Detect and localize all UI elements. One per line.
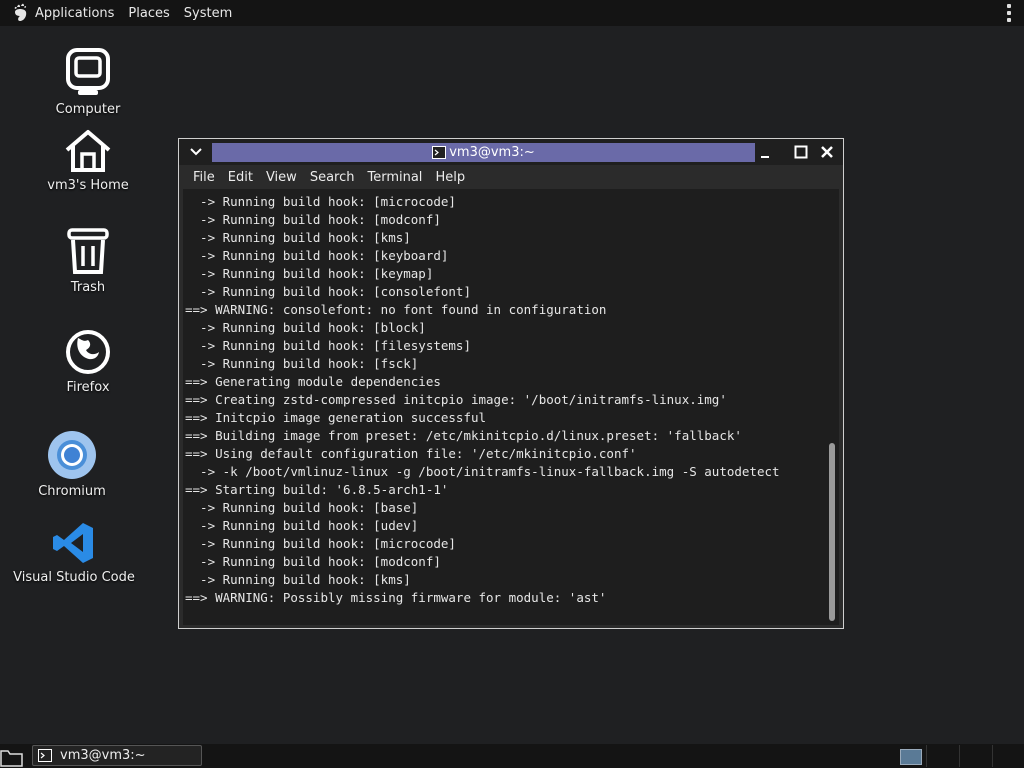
- terminal-line: -> Running build hook: [filesystems]: [185, 338, 471, 353]
- bottom-panel: vm3@vm3:~: [0, 744, 1024, 768]
- menu-places[interactable]: Places: [128, 6, 169, 21]
- desktop-icon-trash[interactable]: Trash: [50, 226, 126, 295]
- desktop-icon-home[interactable]: vm3's Home: [45, 128, 131, 193]
- scrollbar-thumb[interactable]: [829, 443, 835, 621]
- terminal-line: ==> Starting build: '6.8.5-arch1-1': [185, 482, 449, 497]
- desktop-icon-label: vm3's Home: [47, 178, 129, 193]
- computer-icon: [66, 48, 110, 95]
- terminal-line: -> Running build hook: [modconf]: [185, 554, 441, 569]
- desktop-icon-vscode[interactable]: Visual Studio Code: [13, 520, 135, 585]
- terminal-line: -> Running build hook: [base]: [185, 500, 419, 515]
- terminal-line: -> Running build hook: [consolefont]: [185, 284, 471, 299]
- terminal-line: ==> Building image from preset: /etc/mki…: [185, 428, 742, 443]
- menu-view[interactable]: View: [266, 170, 297, 185]
- desktop-icon-label: Chromium: [38, 484, 106, 499]
- terminal-line: -> Running build hook: [microcode]: [185, 194, 456, 209]
- workspace-3[interactable]: [959, 745, 992, 767]
- taskbar-terminal-button[interactable]: vm3@vm3:~: [32, 745, 202, 766]
- terminal-line: -> Running build hook: [microcode]: [185, 536, 456, 551]
- terminal-line: -> Running build hook: [kms]: [185, 230, 411, 245]
- menu-system[interactable]: System: [184, 6, 232, 21]
- window-title: vm3@vm3:~: [449, 145, 535, 160]
- terminal-line: ==> Creating zstd-compressed initcpio im…: [185, 392, 727, 407]
- gnome-foot-icon[interactable]: [11, 3, 31, 23]
- terminal-icon: [432, 146, 447, 159]
- chromium-icon: [48, 431, 96, 479]
- terminal-icon: [38, 749, 52, 762]
- terminal-line: -> Running build hook: [keymap]: [185, 266, 434, 281]
- terminal-line: -> Running build hook: [udev]: [185, 518, 419, 533]
- menu-terminal[interactable]: Terminal: [367, 170, 422, 185]
- desktop-icon-chromium[interactable]: Chromium: [34, 430, 110, 499]
- terminal-line: -> Running build hook: [fsck]: [185, 356, 419, 371]
- menu-edit[interactable]: Edit: [228, 170, 253, 185]
- close-icon: [821, 146, 833, 158]
- terminal-line: -> Running build hook: [block]: [185, 320, 426, 335]
- menu-applications[interactable]: Applications: [35, 6, 114, 21]
- terminal-line: ==> Initcpio image generation successful: [185, 410, 487, 425]
- top-panel: Applications Places System: [0, 0, 1024, 26]
- workspace-window-thumbnail: [900, 749, 922, 765]
- vscode-icon: [53, 523, 93, 563]
- desktop-icon-firefox[interactable]: Firefox: [50, 328, 126, 395]
- window-menu-button[interactable]: [183, 142, 209, 162]
- menu-search[interactable]: Search: [310, 170, 355, 185]
- workspace-1[interactable]: [893, 745, 926, 767]
- terminal-line: -> Running build hook: [modconf]: [185, 212, 441, 227]
- terminal-window: vm3@vm3:~ File Edit View Search Terminal…: [178, 138, 844, 629]
- terminal-menubar: File Edit View Search Terminal Help: [183, 166, 839, 188]
- workspace-2[interactable]: [926, 745, 959, 767]
- window-titlebar[interactable]: vm3@vm3:~: [179, 139, 843, 165]
- terminal-output[interactable]: -> Running build hook: [microcode] -> Ru…: [183, 189, 839, 625]
- minimize-button[interactable]: [755, 143, 775, 161]
- terminal-line: ==> Using default configuration file: '/…: [185, 446, 637, 461]
- minimize-icon: [761, 156, 769, 158]
- menu-help[interactable]: Help: [435, 170, 465, 185]
- desktop-icon-label: Firefox: [66, 380, 110, 395]
- terminal-line: ==> Generating module dependencies: [185, 374, 441, 389]
- terminal-scrollbar[interactable]: [829, 191, 837, 621]
- menu-file[interactable]: File: [193, 170, 215, 185]
- maximize-button[interactable]: [791, 143, 811, 161]
- terminal-lines: -> Running build hook: [microcode] -> Ru…: [185, 193, 780, 607]
- home-folder-icon: [65, 130, 111, 172]
- maximize-icon: [794, 145, 808, 159]
- desktop-icon-computer[interactable]: Computer: [50, 48, 126, 117]
- terminal-line: ==> WARNING: consolefont: no font found …: [185, 302, 607, 317]
- show-desktop-icon[interactable]: [0, 747, 24, 767]
- terminal-line: -> Running build hook: [kms]: [185, 572, 411, 587]
- workspace-4[interactable]: [992, 745, 1024, 767]
- panel-menu-icon[interactable]: [1007, 4, 1011, 22]
- desktop-icon-label: Visual Studio Code: [13, 570, 135, 585]
- chevron-down-icon: [190, 148, 202, 156]
- terminal-line: ==> WARNING: Possibly missing firmware f…: [185, 590, 607, 605]
- taskbar-task-label: vm3@vm3:~: [60, 748, 146, 763]
- terminal-line: -> -k /boot/vmlinuz-linux -g /boot/initr…: [185, 464, 780, 479]
- window-title-area[interactable]: vm3@vm3:~: [212, 143, 755, 162]
- close-button[interactable]: [817, 143, 837, 161]
- trash-icon: [67, 228, 109, 274]
- terminal-line: -> Running build hook: [keyboard]: [185, 248, 449, 263]
- firefox-icon: [66, 330, 110, 374]
- desktop-icon-label: Computer: [55, 102, 121, 117]
- desktop-icon-label: Trash: [70, 280, 106, 295]
